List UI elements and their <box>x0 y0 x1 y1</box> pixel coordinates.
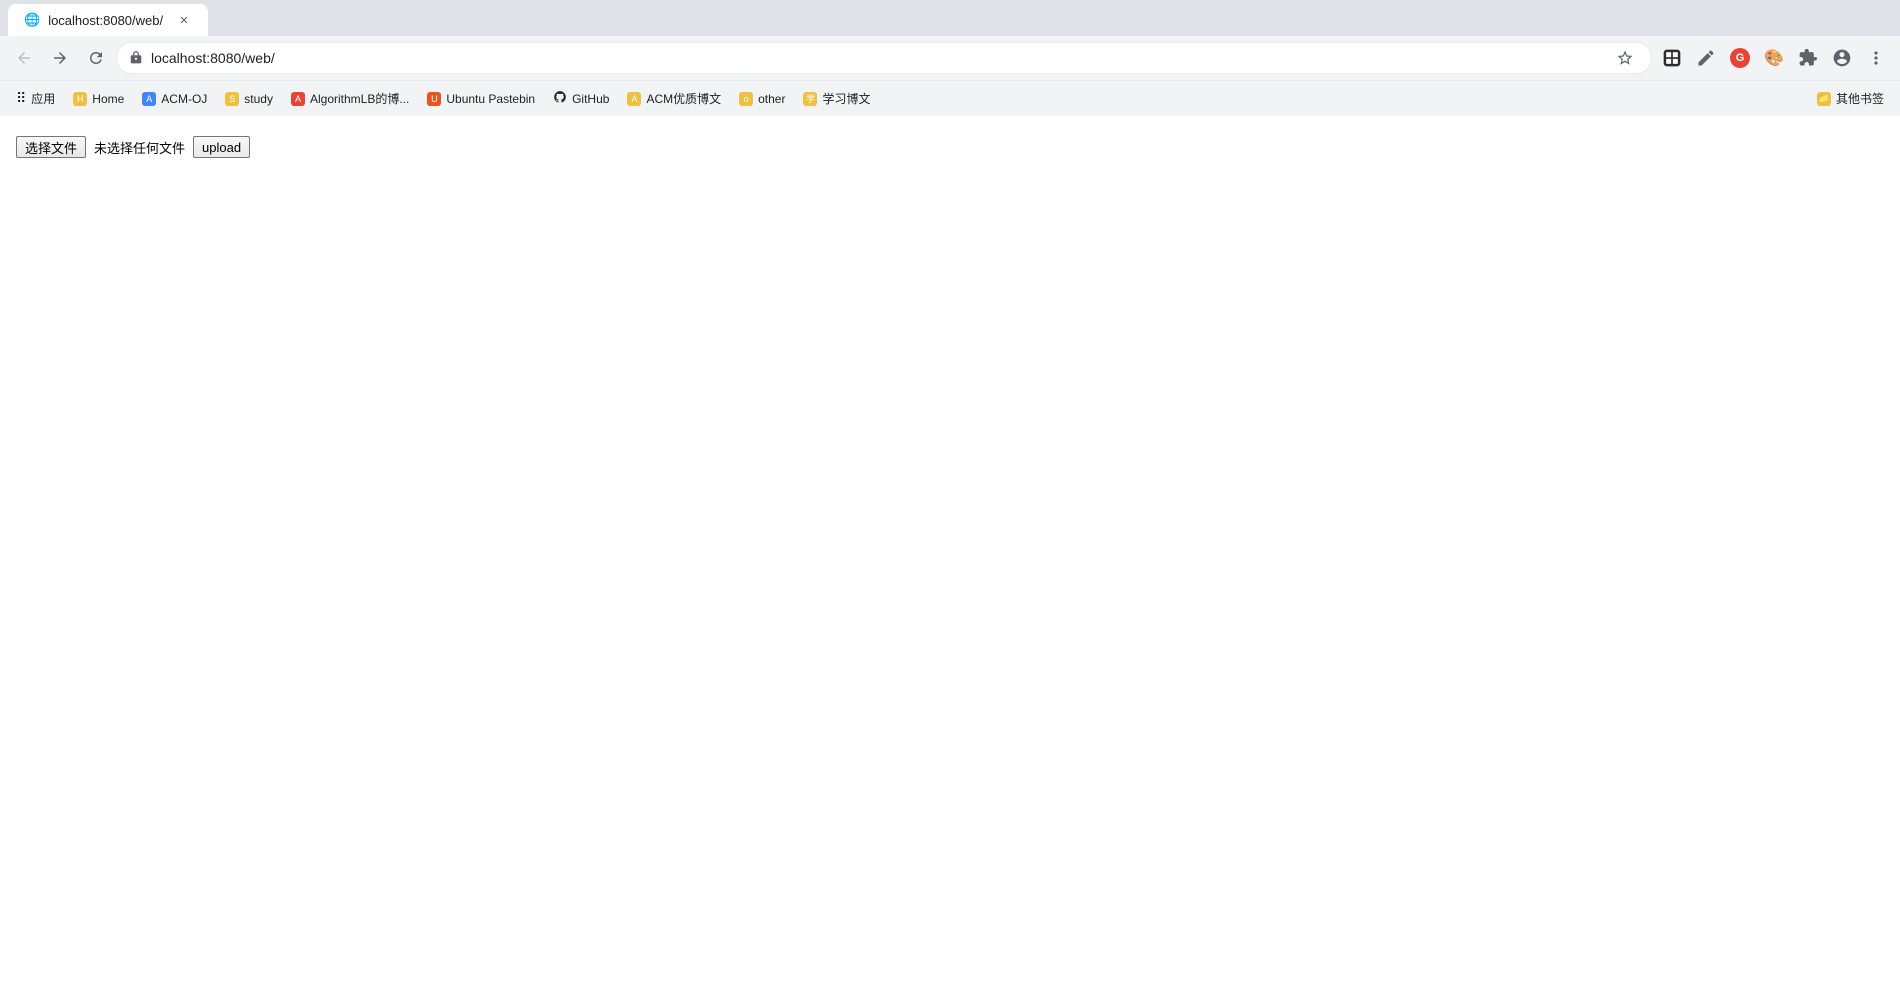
xuexi-label: 学习博文 <box>822 90 870 107</box>
home-label: Home <box>92 92 124 106</box>
forward-button[interactable] <box>44 42 76 74</box>
home-favicon: H <box>73 92 87 106</box>
study-favicon: S <box>225 92 239 106</box>
extension-btn-3[interactable]: G <box>1724 42 1756 74</box>
acmyou-favicon: A <box>627 92 641 106</box>
profile-button[interactable] <box>1826 42 1858 74</box>
browser-chrome: 🌐 localhost:8080/web/ ✕ <box>0 0 1900 116</box>
extensions-button[interactable] <box>1792 42 1824 74</box>
reload-button[interactable] <box>80 42 112 74</box>
apps-grid-icon: ⠿ <box>16 90 26 107</box>
bookmark-other[interactable]: o other <box>731 85 793 113</box>
bookmark-star-button[interactable] <box>1611 44 1639 72</box>
address-input[interactable] <box>151 50 1603 66</box>
bookmark-acmyou[interactable]: A ACM优质博文 <box>619 85 729 113</box>
bookmark-home[interactable]: H Home <box>65 85 132 113</box>
bookmark-ubuntu[interactable]: U Ubuntu Pastebin <box>419 85 543 113</box>
algo-label: AlgorithmLB的博... <box>310 90 409 107</box>
other-bookmarks-favicon: 📁 <box>1817 92 1831 106</box>
file-choose-button[interactable]: 选择文件 <box>16 136 86 158</box>
upload-button[interactable]: upload <box>193 136 250 158</box>
toolbar-icons: G 🎨 <box>1656 42 1892 74</box>
navigation-bar: G 🎨 <box>0 36 1900 80</box>
extension-btn-2[interactable] <box>1690 42 1722 74</box>
extension-btn-4[interactable]: 🎨 <box>1758 42 1790 74</box>
other-favicon: o <box>739 92 753 106</box>
extension-btn-1[interactable] <box>1656 42 1688 74</box>
bookmark-algorithmLB[interactable]: A AlgorithmLB的博... <box>283 85 417 113</box>
xuexi-favicon: 学 <box>803 92 817 106</box>
apps-label: 应用 <box>31 90 55 107</box>
bookmark-other-bookmarks[interactable]: 📁 其他书签 <box>1809 85 1892 113</box>
github-icon <box>553 90 567 107</box>
tab-close-button[interactable]: ✕ <box>176 12 192 28</box>
bookmarks-apps[interactable]: ⠿ 应用 <box>8 85 63 113</box>
bookmarks-bar: ⠿ 应用 H Home A ACM-OJ S study A Algorithm… <box>0 80 1900 116</box>
more-options-button[interactable] <box>1860 42 1892 74</box>
file-upload-area: 选择文件 未选择任何文件 upload <box>16 136 1884 158</box>
bookmark-xuexi[interactable]: 学 学习博文 <box>795 85 878 113</box>
page-content: 选择文件 未选择任何文件 upload <box>0 116 1900 982</box>
other-label: other <box>758 92 785 106</box>
file-name-display: 未选择任何文件 <box>94 138 185 157</box>
algo-favicon: A <box>291 92 305 106</box>
acmoj-favicon: A <box>142 92 156 106</box>
other-bookmarks-label: 其他书签 <box>1836 90 1884 107</box>
ubuntu-favicon: U <box>427 92 441 106</box>
acmyou-label: ACM优质博文 <box>646 90 721 107</box>
tab-title: localhost:8080/web/ <box>48 13 163 28</box>
acmoj-label: ACM-OJ <box>161 92 207 106</box>
back-button[interactable] <box>8 42 40 74</box>
bookmark-study[interactable]: S study <box>217 85 281 113</box>
active-tab[interactable]: 🌐 localhost:8080/web/ ✕ <box>8 4 208 36</box>
tab-bar: 🌐 localhost:8080/web/ ✕ <box>0 0 1900 36</box>
tab-favicon: 🌐 <box>24 12 40 28</box>
address-bar[interactable] <box>116 42 1652 74</box>
study-label: study <box>244 92 273 106</box>
bookmark-acmoj[interactable]: A ACM-OJ <box>134 85 215 113</box>
bookmark-github[interactable]: GitHub <box>545 85 617 113</box>
ubuntu-label: Ubuntu Pastebin <box>446 92 535 106</box>
github-label: GitHub <box>572 92 609 106</box>
lock-icon <box>129 50 143 67</box>
